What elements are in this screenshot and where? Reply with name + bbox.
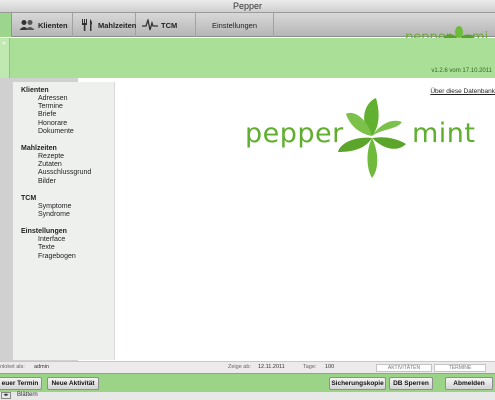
menu-item-syndrome[interactable]: Syndrome <box>21 211 114 219</box>
new-appointment-button[interactable]: euer Termin <box>0 377 42 390</box>
toolbar-tcm-button[interactable]: TCM <box>136 13 196 37</box>
pepper-mint-logo: pepper mint <box>240 92 495 182</box>
logout-button[interactable]: Abmelden <box>445 377 493 390</box>
activities-button[interactable]: AKTIVITÄTEN <box>376 363 432 372</box>
cutlery-icon <box>79 19 95 31</box>
main-content: Klienten Adressen Termine Briefe Honorar… <box>0 78 495 361</box>
leaf-logo-icon <box>338 98 406 178</box>
logo-word-pepper: pepper <box>245 118 344 149</box>
menu-item-adressen[interactable]: Adressen <box>21 95 114 103</box>
main-toolbar: Klienten Mahlzeiten TCM Einstellungen pe… <box>0 13 495 50</box>
toolbar-einstellungen-label: Einstellungen <box>211 20 258 30</box>
toolbar-klienten-label: Klienten <box>38 20 68 30</box>
menu-section-tcm[interactable]: TCM <box>21 194 114 203</box>
days-label: Tage: <box>303 364 317 370</box>
toolbar-mahlzeiten-label: Mahlzeiten <box>98 20 137 30</box>
pulse-icon <box>142 17 158 31</box>
menu-item-symptome[interactable]: Symptome <box>21 203 114 211</box>
toolbar-klienten-button[interactable]: Klienten <box>13 13 73 37</box>
db-lock-button[interactable]: DB Sperren <box>389 377 433 390</box>
toolbar-einstellungen-button[interactable]: Einstellungen <box>196 13 274 37</box>
menu-item-texte[interactable]: Texte <box>21 244 114 252</box>
double-chevron-right-icon: » <box>2 40 6 47</box>
days-value[interactable]: 100 <box>325 364 334 370</box>
browse-label: Blättern <box>17 392 38 398</box>
menu-item-bilder[interactable]: Bilder <box>21 178 114 186</box>
sidebar-toggle[interactable]: » <box>0 38 10 78</box>
menu-section-einstellungen[interactable]: Einstellungen <box>21 227 114 236</box>
people-icon <box>19 19 35 31</box>
menu-item-honorare[interactable]: Honorare <box>21 120 114 128</box>
menu-item-zutaten[interactable]: Zutaten <box>21 161 114 169</box>
menu-section-mahlzeiten[interactable]: Mahlzeiten <box>21 144 114 153</box>
toolbar-home-tab[interactable] <box>0 13 12 37</box>
logo-word-mint: mint <box>412 118 476 149</box>
browse-arrows-icon[interactable]: ◂▸ <box>1 392 11 399</box>
status-bar: nloket als: admin Zeige ab: 12.11.2011 T… <box>0 361 495 373</box>
navigation-menu: Klienten Adressen Termine Briefe Honorar… <box>13 82 115 360</box>
menu-item-interface[interactable]: Interface <box>21 236 114 244</box>
backup-button[interactable]: Sicherungskopie <box>329 377 386 390</box>
login-label: nloket als: <box>0 364 25 370</box>
login-user: admin <box>34 364 49 370</box>
bottom-toolbar: euer Termin Neue Aktivität Sicherungskop… <box>0 373 495 392</box>
menu-item-rezepte[interactable]: Rezepte <box>21 153 114 161</box>
menu-item-ausschlussgrund[interactable]: Ausschlussgrund <box>21 169 114 177</box>
new-activity-button[interactable]: Neue Aktivität <box>47 377 99 390</box>
menu-item-dokumente[interactable]: Dokumente <box>21 128 114 136</box>
version-text: v1.2.6 vom 17.10.2011 <box>431 68 492 74</box>
show-from-label: Zeige ab: <box>228 364 251 370</box>
menu-item-termine[interactable]: Termine <box>21 103 114 111</box>
records-navigation: ◂▸ Blättern <box>0 392 495 400</box>
appointments-button[interactable]: TERMINE <box>434 363 486 372</box>
header-band: » v1.2.6 vom 17.10.2011 <box>0 38 495 78</box>
menu-section-klienten[interactable]: Klienten <box>21 86 114 95</box>
menu-item-fragebogen[interactable]: Fragebogen <box>21 253 114 261</box>
window-title: Pepper <box>0 0 495 13</box>
menu-item-briefe[interactable]: Briefe <box>21 111 114 119</box>
toolbar-mahlzeiten-button[interactable]: Mahlzeiten <box>73 13 136 37</box>
toolbar-tcm-label: TCM <box>161 20 178 30</box>
show-from-date[interactable]: 12.11.2011 <box>258 364 285 370</box>
